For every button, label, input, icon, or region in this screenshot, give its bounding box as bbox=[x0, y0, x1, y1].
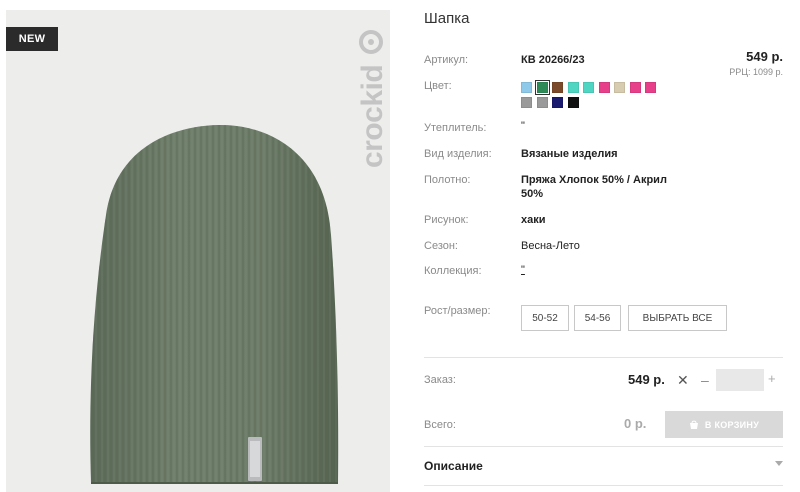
total-value: 0 р. bbox=[624, 416, 647, 431]
product-image-gallery[interactable]: NEW crockid bbox=[6, 10, 390, 492]
select-all-sizes-button[interactable]: ВЫБРАТЬ ВСЕ bbox=[628, 305, 727, 331]
color-swatch[interactable] bbox=[521, 82, 532, 93]
quantity-input[interactable] bbox=[716, 369, 764, 391]
color-swatch[interactable] bbox=[645, 82, 656, 93]
season-label: Сезон: bbox=[424, 240, 458, 252]
product-title: Шапка bbox=[424, 10, 470, 27]
add-to-cart-button[interactable]: В КОРЗИНУ bbox=[665, 411, 783, 438]
color-swatch[interactable] bbox=[598, 82, 610, 93]
season-value: Весна-Лето bbox=[521, 240, 580, 252]
color-swatch[interactable] bbox=[536, 97, 548, 108]
type-label: Вид изделия: bbox=[424, 148, 492, 160]
color-swatch[interactable] bbox=[583, 82, 594, 93]
color-swatch[interactable] bbox=[534, 80, 550, 95]
color-swatch[interactable] bbox=[567, 97, 579, 108]
fabric-value-line1: Пряжа Хлопок 50% / Акрил bbox=[521, 174, 667, 186]
article-label: Артикул: bbox=[424, 54, 469, 66]
order-label: Заказ: bbox=[424, 374, 456, 386]
rrp-price: РРЦ: 1099 р. bbox=[729, 67, 783, 77]
fabric-value-line2: 50% bbox=[521, 188, 544, 200]
price: 549 р. bbox=[746, 49, 783, 64]
quantity-increment-button[interactable]: + bbox=[768, 371, 776, 386]
total-label: Всего: bbox=[424, 419, 456, 431]
times-icon: ✕ bbox=[677, 372, 689, 388]
svg-text:crockid: crockid bbox=[356, 65, 389, 168]
article-value: КВ 20266/23 bbox=[521, 54, 585, 66]
color-swatch[interactable] bbox=[552, 97, 563, 108]
new-badge: NEW bbox=[6, 27, 58, 51]
pattern-label: Рисунок: bbox=[424, 214, 469, 226]
color-swatch[interactable] bbox=[614, 82, 625, 93]
color-label: Цвет: bbox=[424, 80, 452, 92]
pattern-value: хаки bbox=[521, 214, 546, 226]
brand-logo: crockid bbox=[356, 30, 389, 168]
color-swatch[interactable] bbox=[567, 82, 579, 93]
cart-icon bbox=[689, 420, 698, 429]
product-photo-hat bbox=[90, 125, 339, 484]
insulation-label: Утеплитель: bbox=[424, 122, 487, 134]
size-option-54-56[interactable]: 54-56 bbox=[574, 305, 621, 331]
divider bbox=[424, 357, 783, 358]
type-value: Вязаные изделия bbox=[521, 148, 618, 160]
collection-label: Коллекция: bbox=[424, 265, 482, 277]
add-to-cart-label: В КОРЗИНУ bbox=[704, 419, 760, 430]
collection-link[interactable]: " bbox=[521, 264, 525, 276]
insulation-value: " bbox=[521, 120, 525, 132]
divider bbox=[424, 485, 783, 486]
fabric-label: Полотно: bbox=[424, 174, 471, 186]
color-swatch[interactable] bbox=[521, 97, 532, 108]
chevron-down-icon[interactable] bbox=[775, 461, 783, 466]
order-price: 549 р. bbox=[628, 372, 665, 387]
color-swatch[interactable] bbox=[629, 82, 641, 93]
size-label: Рост/размер: bbox=[424, 305, 491, 317]
quantity-decrement-button[interactable]: – bbox=[701, 372, 709, 388]
color-swatch[interactable] bbox=[552, 82, 563, 93]
divider bbox=[424, 446, 783, 447]
size-option-50-52[interactable]: 50-52 bbox=[521, 305, 569, 331]
description-toggle[interactable]: Описание bbox=[424, 459, 483, 473]
